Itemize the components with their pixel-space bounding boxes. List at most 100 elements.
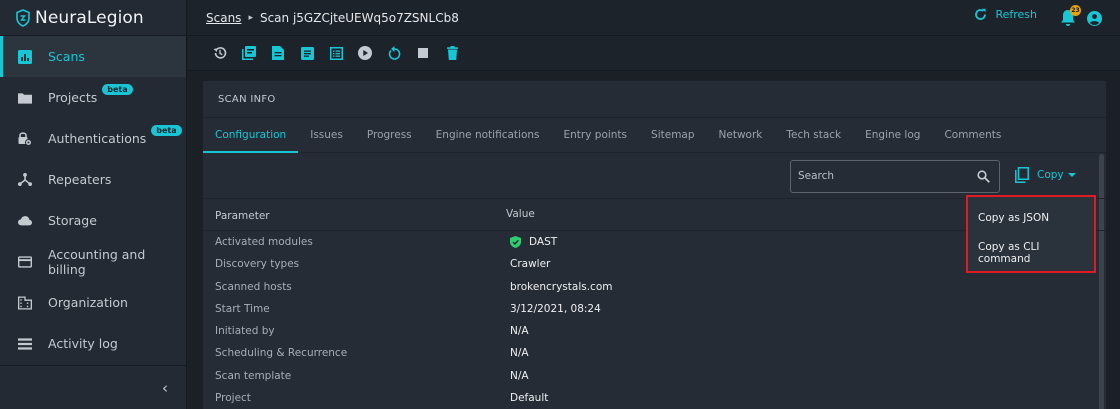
hub-icon (18, 172, 32, 187)
sidebar-item-label: Organization (48, 295, 128, 310)
pdf-icon[interactable] (242, 46, 256, 60)
sidebar-item-label: Storage (48, 213, 97, 228)
sidebar-item-accounting[interactable]: Accounting and billing (0, 241, 186, 282)
tab-configuration[interactable]: Configuration (203, 118, 299, 153)
notification-count-badge: 23 (1070, 5, 1081, 16)
tab-bar: Configuration Issues Progress Engine not… (203, 118, 1106, 153)
credit-card-icon (18, 255, 32, 269)
param-value: 3/12/2021, 08:24 (510, 302, 601, 315)
tab-progress[interactable]: Progress (355, 118, 424, 152)
beta-badge: beta (102, 84, 133, 95)
tab-entry-points[interactable]: Entry points (552, 118, 640, 152)
column-header-parameter: Parameter (215, 210, 270, 222)
delete-icon[interactable] (445, 46, 459, 60)
sidebar-item-label: Scans (48, 49, 85, 64)
tab-issues[interactable]: Issues (298, 118, 355, 152)
copy-label: Copy (1037, 169, 1064, 181)
param-value: Crawler (510, 258, 551, 271)
copy-button[interactable]: Copy (1015, 167, 1076, 183)
document-icon[interactable] (271, 46, 285, 60)
sidebar-item-organization[interactable]: Organization (0, 282, 186, 323)
sidebar-item-authentications[interactable]: Authentications beta (0, 118, 186, 159)
param-value-text: DAST (529, 236, 558, 248)
param-value: N/A (510, 325, 529, 338)
param-value: N/A (510, 369, 529, 382)
tab-network[interactable]: Network (707, 118, 775, 152)
table-row: Scheduling & Recurrence N/A (203, 342, 1106, 364)
table-row: Initiated by N/A (203, 320, 1106, 342)
table-row: Scan template N/A (203, 365, 1106, 387)
param-label: Activated modules (215, 236, 313, 248)
sidebar-item-label: Accounting and billing (48, 246, 146, 277)
brand-name: NeuraLegion (35, 7, 144, 28)
sidebar-item-storage[interactable]: Storage (0, 200, 186, 241)
refresh-label: Refresh (995, 8, 1037, 21)
column-header-value: Value (506, 208, 535, 220)
tab-engine-notifications[interactable]: Engine notifications (424, 118, 552, 152)
scan-toolbar (188, 36, 1120, 71)
card-title: SCAN INFO (203, 81, 1106, 118)
collapse-sidebar-icon[interactable]: ‹ (162, 379, 168, 397)
param-value: brokencrystals.com (510, 280, 613, 293)
retry-icon[interactable] (387, 46, 401, 60)
bar-chart-icon (18, 49, 32, 64)
param-label: Scan template (215, 369, 292, 382)
table-row: Project Default (203, 387, 1106, 409)
list-alt-icon[interactable] (329, 46, 343, 60)
tab-comments[interactable]: Comments (932, 118, 1013, 152)
building-icon (18, 295, 32, 310)
neuralegion-logo-icon (16, 8, 30, 27)
account-icon[interactable] (1087, 11, 1102, 26)
history-icon[interactable] (213, 46, 227, 60)
sidebar-item-label: Projects (48, 90, 98, 105)
param-value: Default (510, 392, 549, 405)
param-label: Start Time (215, 302, 270, 315)
play-icon[interactable] (358, 46, 372, 60)
param-label: Project (215, 392, 251, 405)
tab-sitemap[interactable]: Sitemap (639, 118, 707, 152)
copy-icon (1015, 167, 1029, 183)
sidebar-item-label: Repeaters (48, 172, 112, 187)
header: Scans ▸ Scan j5GZCjteUEWq5o7ZSNLCb8 Refr… (188, 0, 1120, 36)
param-value: DAST (510, 236, 557, 248)
copy-as-cli-item[interactable]: Copy as CLI command (968, 235, 1094, 270)
folder-icon (18, 91, 32, 105)
sidebar-item-activity-log[interactable]: Activity log (0, 323, 186, 364)
report-icon[interactable] (300, 46, 314, 60)
brand[interactable]: NeuraLegion (0, 0, 186, 36)
beta-badge: beta (151, 125, 182, 136)
table-row: Scanned hosts brokencrystals.com (203, 276, 1106, 298)
tab-tech-stack[interactable]: Tech stack (774, 118, 853, 152)
sidebar: NeuraLegion Scans Projects beta Authenti… (0, 0, 187, 409)
table-row: Start Time 3/12/2021, 08:24 (203, 298, 1106, 320)
param-label: Initiated by (215, 325, 275, 338)
sidebar-item-projects[interactable]: Projects beta (0, 77, 186, 118)
sidebar-item-scans[interactable]: Scans (0, 36, 186, 77)
param-label: Scanned hosts (215, 280, 292, 293)
list-icon (18, 337, 32, 351)
cloud-icon (18, 214, 32, 228)
page-title: Scan j5GZCjteUEWq5o7ZSNLCb8 (259, 10, 459, 25)
copy-menu: Copy as JSON Copy as CLI command (966, 195, 1096, 273)
param-label: Discovery types (215, 258, 300, 271)
refresh-button[interactable]: Refresh (974, 8, 1037, 21)
search-input[interactable] (798, 170, 968, 182)
search-row: Copy (203, 154, 1106, 198)
tab-engine-log[interactable]: Engine log (853, 118, 932, 152)
sidebar-item-label: Authentications (48, 131, 147, 146)
copy-as-json-item[interactable]: Copy as JSON (968, 200, 1094, 235)
sidebar-footer: ‹ (0, 365, 186, 409)
lock-gear-icon (18, 132, 32, 146)
param-value: N/A (510, 347, 529, 360)
stop-icon[interactable] (416, 46, 430, 60)
chevron-down-icon (1067, 173, 1076, 177)
search-icon[interactable] (977, 170, 990, 183)
shield-check-icon (510, 236, 521, 248)
param-label: Scheduling & Recurrence (215, 347, 348, 360)
sidebar-item-label: Activity log (48, 336, 118, 351)
search-box[interactable] (790, 160, 1000, 193)
breadcrumb-separator: ▸ (248, 12, 253, 23)
sidebar-item-repeaters[interactable]: Repeaters (0, 159, 186, 200)
breadcrumb-scans-link[interactable]: Scans (206, 11, 241, 25)
refresh-icon (975, 8, 987, 20)
